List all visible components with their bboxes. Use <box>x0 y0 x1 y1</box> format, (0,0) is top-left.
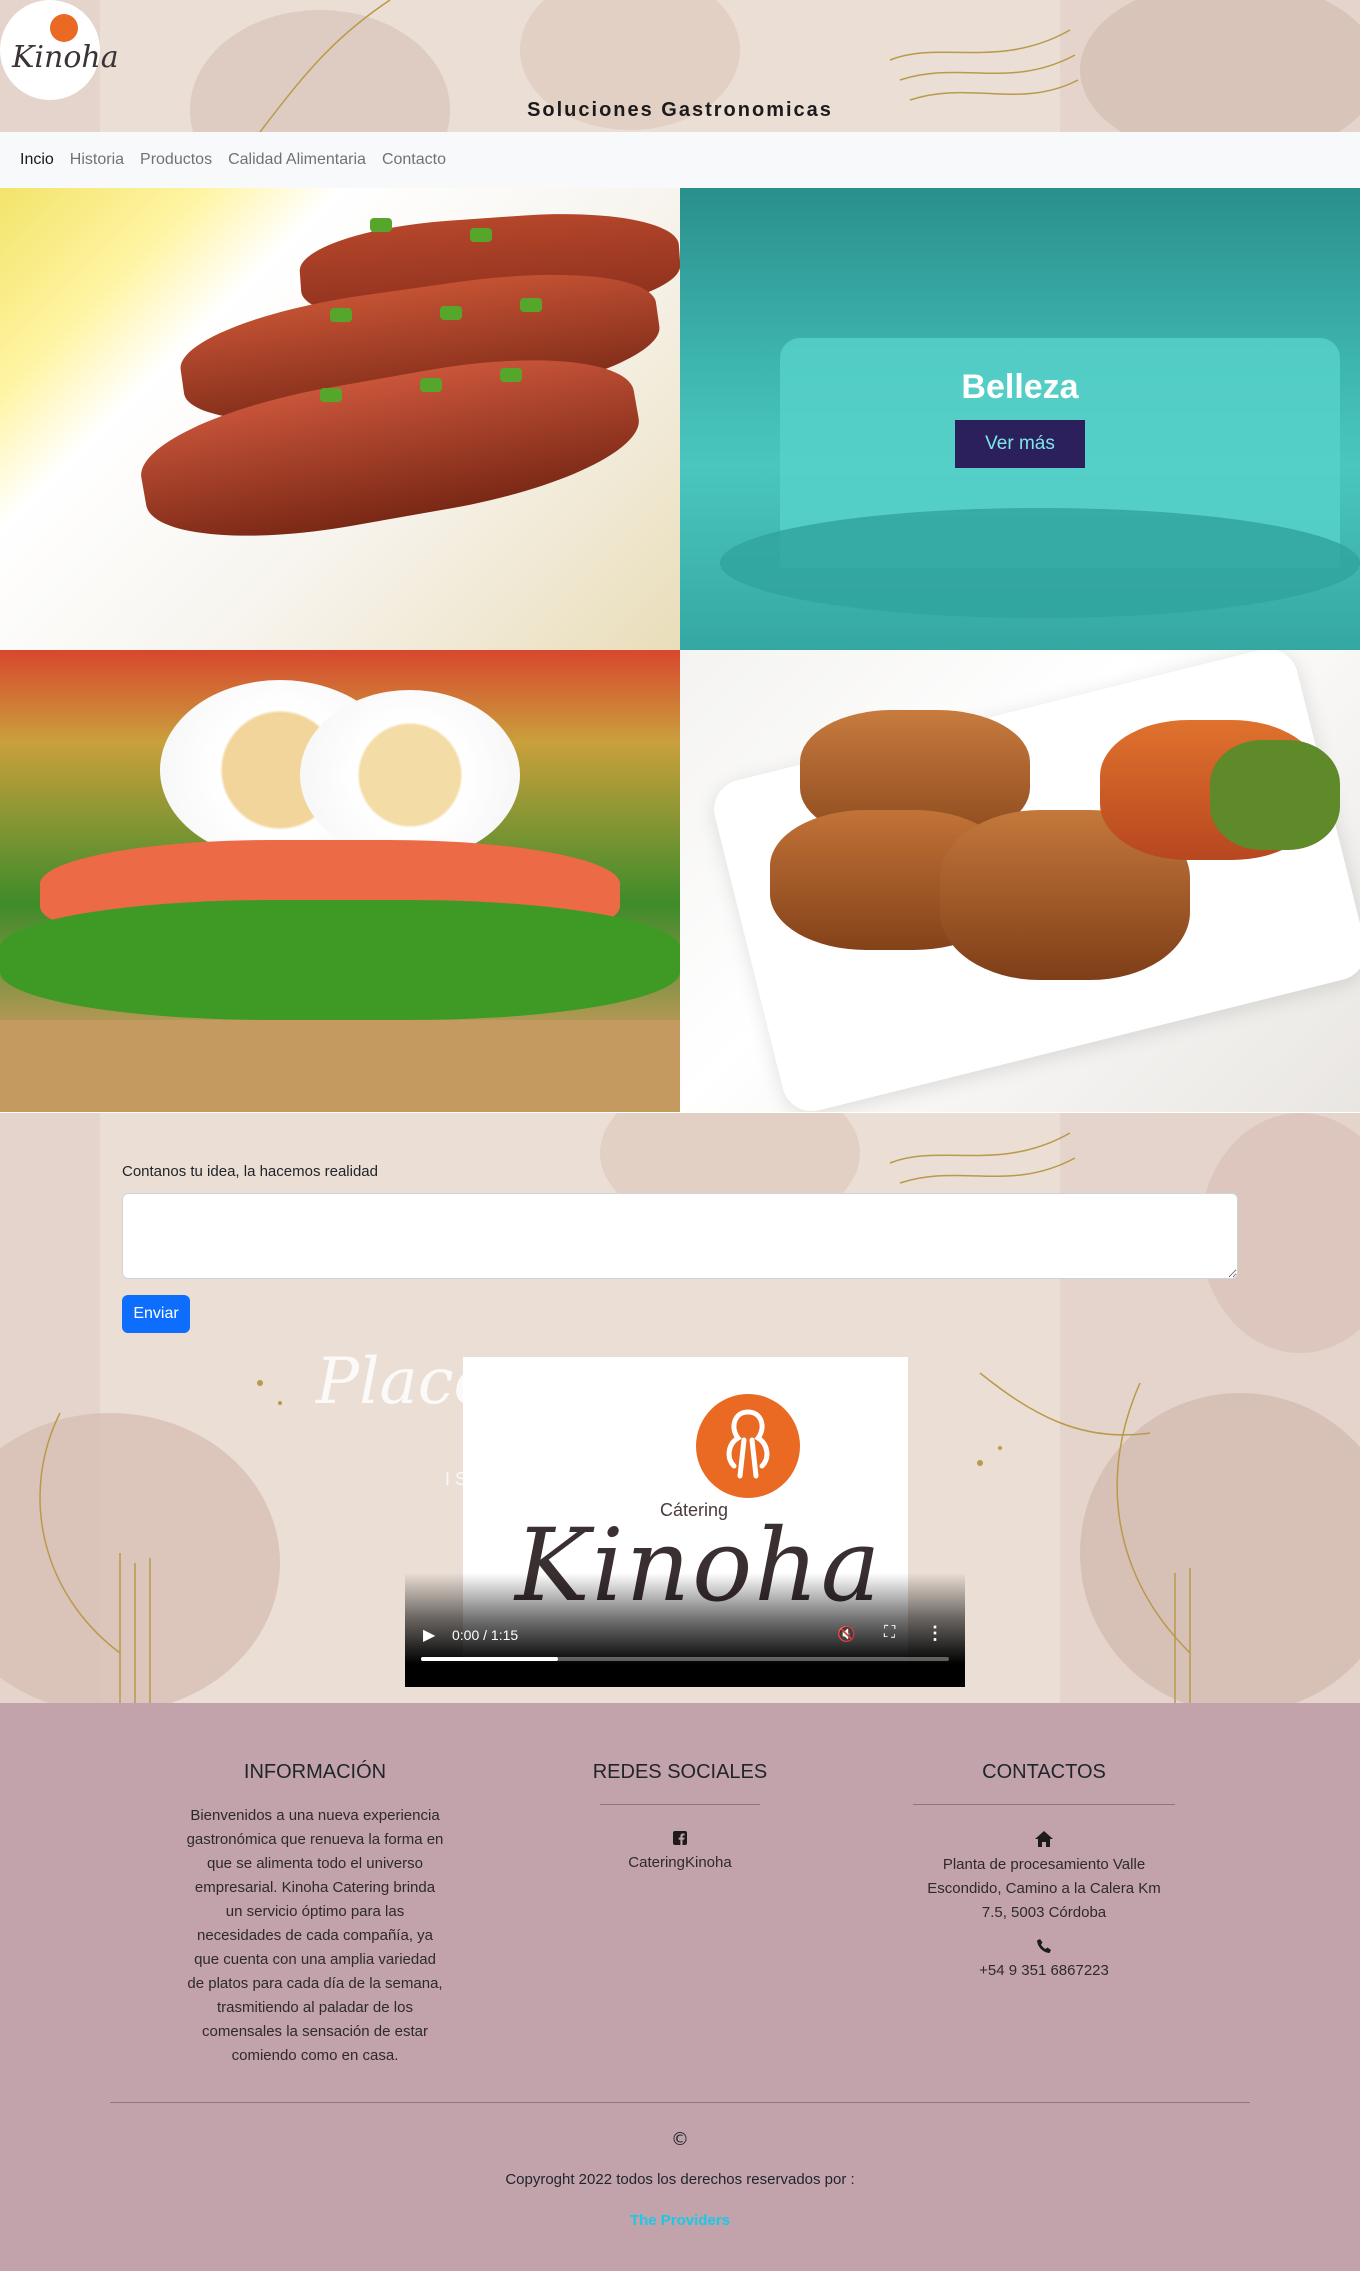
copyright-icon: © <box>671 2129 689 2150</box>
food-garnish <box>420 378 442 392</box>
food-garnish <box>500 368 522 382</box>
mute-icon[interactable]: 🔇 <box>837 1625 856 1643</box>
food-garnish <box>320 388 342 402</box>
idea-label: Contanos tu idea, la hacemos realidad <box>122 1163 378 1180</box>
home-icon <box>1035 1831 1053 1847</box>
slide-title: Belleza <box>961 368 1079 406</box>
logo-text: Kinoha <box>12 40 119 75</box>
play-icon[interactable]: ▶ <box>423 1625 435 1645</box>
food-garnish <box>470 228 492 242</box>
video-progress-fill <box>421 1657 559 1661</box>
plate-shape <box>720 508 1360 618</box>
enviar-button[interactable]: Enviar <box>122 1295 190 1333</box>
food-gallery: Belleza Ver más <box>0 188 1360 1113</box>
more-options-icon[interactable]: ⋮ <box>926 1623 944 1644</box>
nav-item-contacto[interactable]: Contacto <box>382 151 446 169</box>
fullscreen-icon[interactable]: ⛶ <box>884 1624 895 1642</box>
nav-item-inicio[interactable]: Incio <box>20 151 54 169</box>
logo-octopus-mark <box>50 14 78 42</box>
site-footer: INFORMACIÓN Bienvenidos a una nueva expe… <box>0 1703 1360 2271</box>
egg-shape <box>300 690 520 860</box>
phone-icon <box>1037 1939 1051 1953</box>
footer-info-column: INFORMACIÓN Bienvenidos a una nueva expe… <box>185 1761 445 2068</box>
vegetables-shape <box>1210 740 1340 850</box>
facebook-link[interactable]: CateringKinoha <box>580 1851 780 1875</box>
footer-contacts-column: CONTACTOS Planta de procesamiento Valle … <box>913 1761 1175 1983</box>
video-time: 0:00 / 1:15 <box>452 1627 519 1643</box>
contact-section: Contanos tu idea, la hacemos realidad En… <box>0 1113 1360 1703</box>
ver-mas-button[interactable]: Ver más <box>955 420 1085 468</box>
footer-info-text: Bienvenidos a una nueva experiencia gast… <box>186 1807 444 2064</box>
lettuce-shape <box>0 900 680 1020</box>
nav-item-historia[interactable]: Historia <box>70 151 124 169</box>
footer-bottom-divider <box>110 2102 1250 2103</box>
author-link[interactable]: The Providers <box>0 2212 1360 2229</box>
footer-info-heading: INFORMACIÓN <box>243 1761 387 1783</box>
main-navbar: Incio Historia Productos Calidad Aliment… <box>0 132 1360 188</box>
nav-item-productos[interactable]: Productos <box>140 151 212 169</box>
nav-item-calidad-alimentaria[interactable]: Calidad Alimentaria <box>228 151 366 169</box>
gallery-image-cake[interactable]: Belleza Ver más <box>680 188 1360 650</box>
kinoha-octopus-logo <box>696 1394 800 1498</box>
logo[interactable]: Kinoha <box>0 0 119 100</box>
footer-divider <box>913 1804 1175 1805</box>
footer-social-heading: REDES SOCIALES <box>592 1761 768 1783</box>
food-garnish <box>520 298 542 312</box>
gallery-image-chicken-drumsticks[interactable] <box>680 650 1360 1112</box>
facebook-icon[interactable] <box>673 1831 687 1845</box>
footer-social-column: REDES SOCIALES CateringKinoha <box>580 1761 780 1875</box>
contact-address: Planta de procesamiento Valle Escondido,… <box>927 1856 1161 1921</box>
footer-contacts-heading: CONTACTOS <box>982 1761 1106 1783</box>
bread-shape <box>0 1020 680 1112</box>
idea-textarea[interactable] <box>122 1193 1238 1279</box>
food-garnish <box>330 308 352 322</box>
video-progress-bar[interactable] <box>421 1657 949 1661</box>
footer-divider <box>600 1804 760 1805</box>
gallery-image-salmon-sandwich[interactable] <box>0 650 680 1112</box>
site-header: Kinoha Soluciones Gastronomicas <box>0 0 1360 132</box>
food-garnish <box>440 306 462 320</box>
site-title: Soluciones Gastronomicas <box>527 99 833 121</box>
food-garnish <box>370 218 392 232</box>
gallery-image-grilled-chicken[interactable] <box>0 188 680 650</box>
contact-phone[interactable]: +54 9 351 6867223 <box>913 1959 1175 1983</box>
video-controls: ▶ 0:00 / 1:15 🔇 ⛶ ⋮ <box>405 1573 965 1687</box>
copyright-text: Copyroght 2022 todos los derechos reserv… <box>505 2171 855 2188</box>
